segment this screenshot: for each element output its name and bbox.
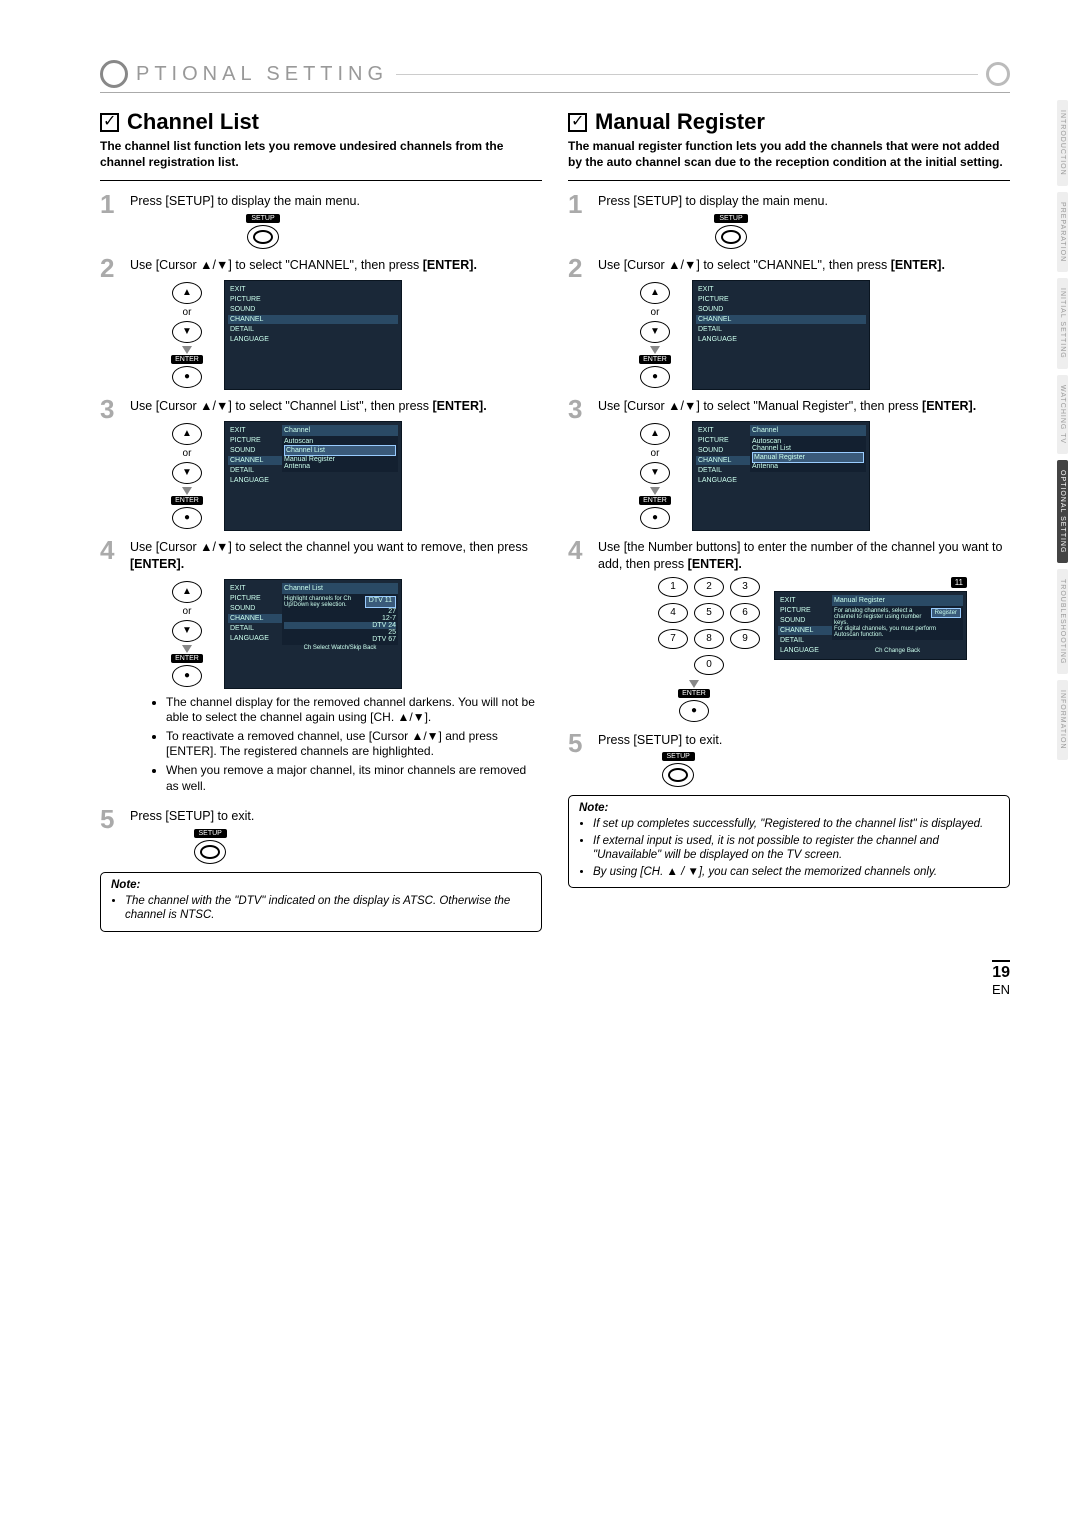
tab-preparation: PREPARATION: [1057, 192, 1068, 272]
setup-button-icon: SETUP: [634, 214, 828, 249]
enter-remote-icon: ENTER●: [667, 679, 721, 724]
channel-list-intro: The channel list function lets you remov…: [100, 139, 542, 170]
tab-optional-setting: OPTIONAL SETTING: [1057, 460, 1068, 563]
osd-main-menu: EXITPICTURESOUNDCHANNELDETAILLANGUAGE: [692, 280, 870, 390]
mr-step-4: 4 Use [the Number buttons] to enter the …: [568, 537, 1010, 724]
divider: [100, 180, 542, 181]
osd-channel-list: EXITPICTURESOUNDCHANNELDETAILLANGUAGE Ch…: [224, 579, 402, 689]
section-header: PTIONAL SETTING: [100, 60, 1010, 93]
page-number: 19: [992, 960, 1010, 982]
mr-step2-text: Use [Cursor ▲/▼] to select "CHANNEL", th…: [598, 258, 891, 272]
mr-step-1: 1Press [SETUP] to display the main menu.…: [568, 191, 1010, 249]
mr-step1-text: Press [SETUP] to display the main menu.: [598, 193, 828, 210]
mr-note: Note: If set up completes successfully, …: [568, 795, 1010, 888]
cl-step1-text: Press [SETUP] to display the main menu.: [130, 194, 360, 208]
cursor-remote-icon: ▲or▼ENTER●: [160, 280, 214, 390]
tab-troubleshooting: TROUBLESHOOTING: [1057, 569, 1068, 674]
osd-main-menu: EXITPICTURESOUNDCHANNELDETAILLANGUAGE: [224, 280, 402, 390]
cursor-remote-icon: ▲or▼ENTER●: [160, 421, 214, 531]
page-footer: 19 EN: [100, 960, 1010, 997]
osd-channel-submenu: EXITPICTURESOUNDCHANNELDETAILLANGUAGE Ch…: [692, 421, 870, 531]
cl-step4-text: Use [Cursor ▲/▼] to select the channel y…: [130, 540, 528, 554]
side-tabs: INTRODUCTION PREPARATION INITIAL SETTING…: [1057, 100, 1068, 760]
page-lang: EN: [992, 982, 1010, 997]
manual-register-intro: The manual register function lets you ad…: [568, 139, 1010, 170]
cl-step3-text: Use [Cursor ▲/▼] to select "Channel List…: [130, 399, 433, 413]
divider: [568, 180, 1010, 181]
check-icon: [568, 113, 587, 132]
note-label: Note:: [111, 879, 531, 891]
mr-step-5: 5 Press [SETUP] to exit. SETUP: [568, 730, 1010, 788]
channel-list-title: Channel List: [127, 109, 259, 135]
cursor-remote-icon: ▲or▼ENTER●: [628, 280, 682, 390]
osd-manual-register: EXITPICTURESOUNDCHANNELDETAILLANGUAGE Ma…: [774, 591, 967, 660]
mr-step5-text: Press [SETUP] to exit.: [598, 732, 722, 749]
channel-list-section: Channel List The channel list function l…: [100, 107, 542, 940]
tab-watching-tv: WATCHING TV: [1057, 375, 1068, 454]
header-rule: [396, 74, 978, 75]
mr-step3-text: Use [Cursor ▲/▼] to select "Manual Regis…: [598, 399, 922, 413]
number-keypad-icon: 1234567890: [658, 577, 760, 675]
cl-step-2: 2 Use [Cursor ▲/▼] to select "CHANNEL", …: [100, 255, 542, 390]
tab-introduction: INTRODUCTION: [1057, 100, 1068, 186]
cursor-remote-icon: ▲or▼ENTER●: [160, 579, 214, 689]
header-text: PTIONAL SETTING: [136, 63, 388, 86]
osd-channel-submenu: EXITPICTURESOUNDCHANNELDETAILLANGUAGE Ch…: [224, 421, 402, 531]
header-dot-icon: [986, 62, 1010, 86]
cl-step-5: 5 Press [SETUP] to exit. SETUP: [100, 806, 542, 864]
mr-step4-text: Use [the Number buttons] to enter the nu…: [598, 540, 1002, 571]
cl-step2-text: Use [Cursor ▲/▼] to select "CHANNEL", th…: [130, 258, 423, 272]
cl-bullets: The channel display for the removed chan…: [166, 695, 542, 795]
setup-button-icon: SETUP: [166, 214, 360, 249]
cursor-remote-icon: ▲or▼ENTER●: [628, 421, 682, 531]
channel-badge: 11: [951, 577, 967, 588]
tab-initial-setting: INITIAL SETTING: [1057, 278, 1068, 369]
check-icon: [100, 113, 119, 132]
note-label: Note:: [579, 802, 999, 814]
mr-step-2: 2 Use [Cursor ▲/▼] to select "CHANNEL", …: [568, 255, 1010, 390]
manual-register-title: Manual Register: [595, 109, 765, 135]
setup-button-icon: SETUP: [166, 829, 254, 864]
letter-o-icon: [100, 60, 128, 88]
cl-note: Note: The channel with the "DTV" indicat…: [100, 872, 542, 932]
cl-step-1: 1Press [SETUP] to display the main menu.…: [100, 191, 542, 249]
mr-step-3: 3 Use [Cursor ▲/▼] to select "Manual Reg…: [568, 396, 1010, 531]
cl-step-3: 3 Use [Cursor ▲/▼] to select "Channel Li…: [100, 396, 542, 531]
cl-step-4: 4 Use [Cursor ▲/▼] to select the channel…: [100, 537, 542, 800]
manual-register-section: Manual Register The manual register func…: [568, 107, 1010, 940]
setup-button-icon: SETUP: [634, 752, 722, 787]
tab-information: INFORMATION: [1057, 680, 1068, 759]
cl-step5-text: Press [SETUP] to exit.: [130, 808, 254, 825]
